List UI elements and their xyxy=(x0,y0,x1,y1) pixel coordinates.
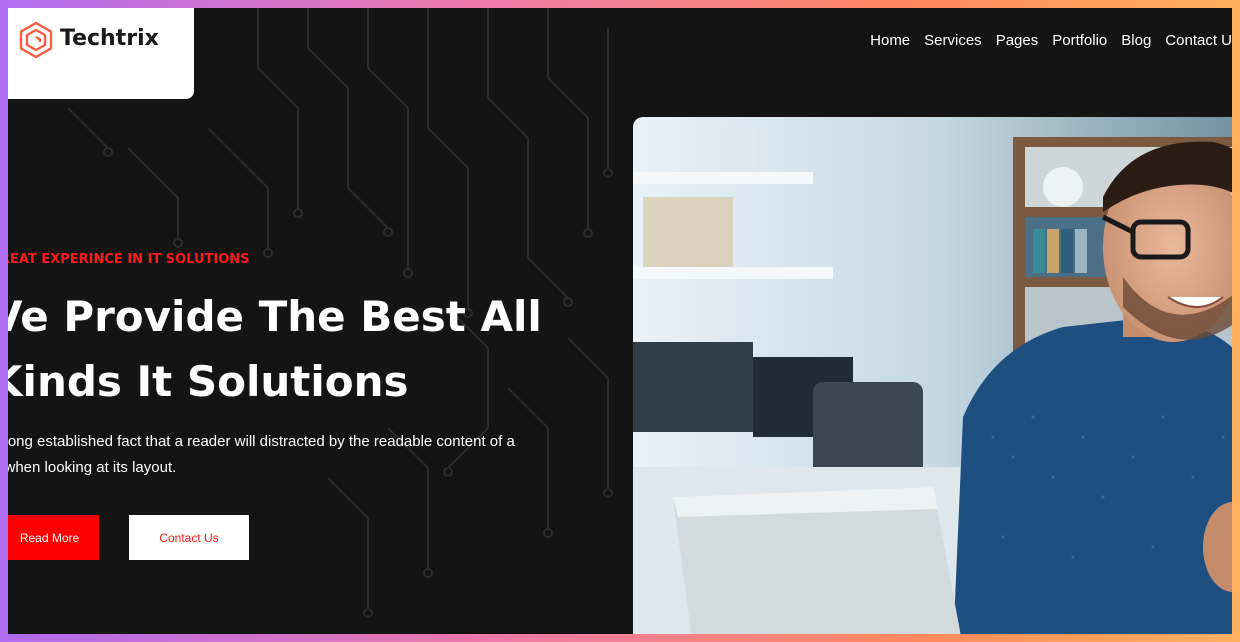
hero-tagline: REAT EXPERINCE IN IT SOLUTIONS xyxy=(8,252,250,267)
read-more-button[interactable]: Read More xyxy=(8,515,99,560)
hero-image xyxy=(633,117,1232,634)
description-line-1: a long established fact that a reader wi… xyxy=(8,433,515,450)
contact-us-button[interactable]: Contact Us xyxy=(129,515,249,560)
nav-pages[interactable]: Pages xyxy=(996,32,1039,49)
hero-photo xyxy=(633,117,1232,634)
nav-home[interactable]: Home xyxy=(870,32,910,49)
hexagon-logo-icon xyxy=(19,21,53,59)
nav-blog[interactable]: Blog xyxy=(1121,32,1151,49)
page-frame: Techtrix Home Services Pages Portfolio B… xyxy=(8,8,1232,634)
nav-services[interactable]: Services xyxy=(924,32,982,49)
brand-name: Techtrix xyxy=(60,26,159,51)
hero-headline: Ve Provide The Best All Kinds It Solutio… xyxy=(8,284,550,414)
main-nav: Home Services Pages Portfolio Blog Conta… xyxy=(870,32,1232,49)
logo[interactable]: Techtrix xyxy=(8,8,194,99)
description-line-2: e when looking at its layout. xyxy=(8,459,177,476)
nav-contact[interactable]: Contact U xyxy=(1165,32,1232,49)
headline-line-2: Kinds It Solutions xyxy=(8,357,409,406)
nav-portfolio[interactable]: Portfolio xyxy=(1052,32,1107,49)
headline-line-1: Ve Provide The Best All xyxy=(8,292,542,341)
hero-description: a long established fact that a reader wi… xyxy=(8,429,552,481)
